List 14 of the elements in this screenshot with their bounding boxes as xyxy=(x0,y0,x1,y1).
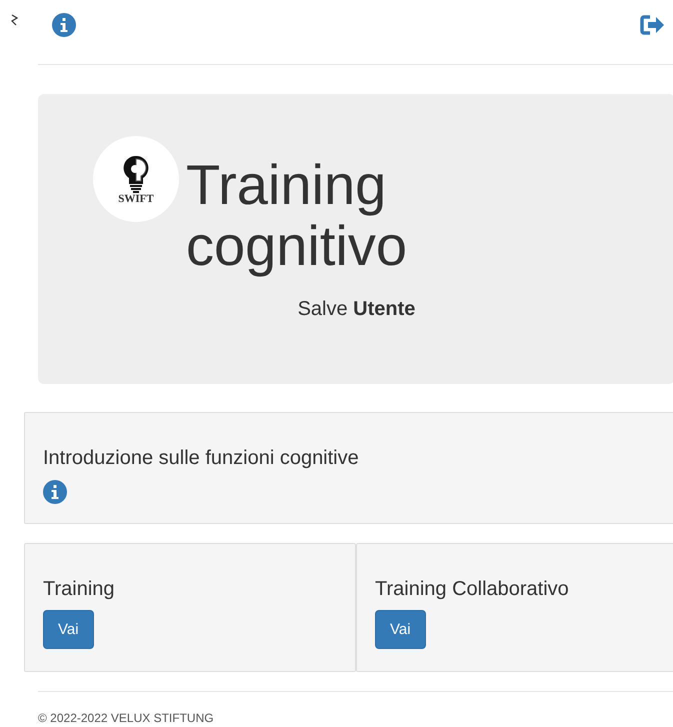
go-button[interactable]: Vai xyxy=(375,610,426,649)
logout-icon[interactable] xyxy=(639,14,665,36)
page-title: Training cognitivo xyxy=(186,154,408,276)
card-title: Training xyxy=(43,578,116,601)
greeting: Salve Utente xyxy=(298,298,416,321)
intro-text: Introduzione sulle funzioni cognitive xyxy=(43,447,360,470)
info-icon[interactable] xyxy=(52,13,76,37)
lightbulb-icon xyxy=(122,154,150,194)
info-icon[interactable] xyxy=(43,480,67,504)
go-button[interactable]: Vai xyxy=(43,610,94,649)
squiggle-icon xyxy=(10,14,18,26)
logo-text: SWIFT xyxy=(118,192,154,204)
footer-text: © 2022-2022 VELUX STIFTUNG xyxy=(38,711,214,725)
card-title: Training Collaborativo xyxy=(375,578,570,601)
